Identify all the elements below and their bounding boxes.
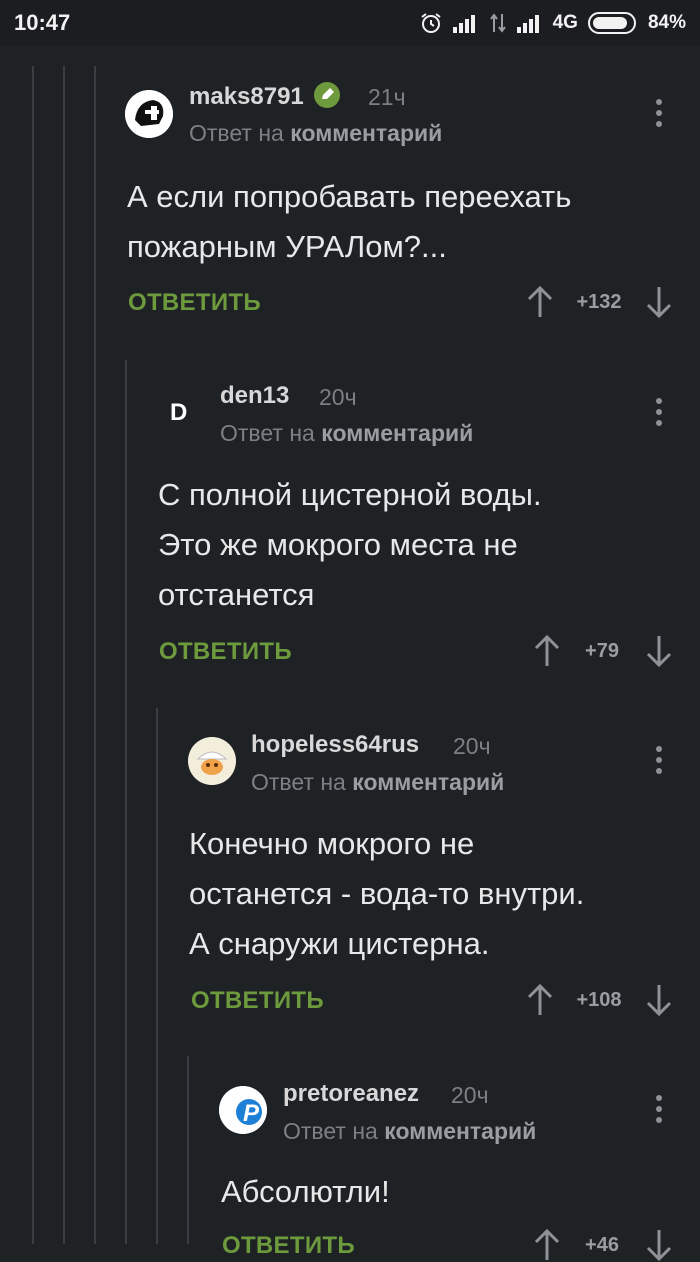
username[interactable]: maks8791: [189, 82, 340, 111]
upvote-icon[interactable]: [533, 1228, 561, 1262]
reply-target-link[interactable]: комментарий: [290, 120, 442, 146]
reply-prefix: Ответ на: [220, 420, 315, 446]
comment-text: С полной цистерной воды. Это же мокрого …: [158, 477, 542, 612]
battery-icon: [587, 12, 636, 34]
reply-button[interactable]: ОТВЕТИТЬ: [191, 987, 324, 1015]
thread-line: [94, 66, 96, 1244]
downvote-icon[interactable]: [645, 1228, 673, 1262]
comment-text: Конечно мокрого не останется - вода-то в…: [189, 826, 585, 961]
reply-prefix: Ответ на: [189, 120, 284, 146]
downvote-icon[interactable]: [645, 983, 673, 1017]
reply-button[interactable]: ОТВЕТИТЬ: [222, 1232, 355, 1260]
thread-line: [125, 360, 127, 1244]
comment-time: 20ч: [451, 1082, 489, 1108]
status-bar: 10:47 4G 84%: [0, 0, 700, 46]
username[interactable]: den13: [220, 382, 289, 410]
cartoon-face-icon: [188, 737, 236, 785]
reply-to: Ответ на комментарий: [251, 769, 504, 796]
signal-icon-2: [516, 15, 539, 33]
reply-to: Ответ на комментарий: [189, 120, 442, 147]
signal-icon: [452, 15, 475, 33]
more-options-icon[interactable]: [655, 1095, 663, 1127]
score: +132: [576, 291, 622, 313]
upvote-icon[interactable]: [526, 285, 554, 319]
comment-text: А если попробавать переехать пожарным УР…: [127, 179, 572, 264]
upvote-icon[interactable]: [533, 634, 561, 668]
upvote-icon[interactable]: [526, 983, 554, 1017]
score: +79: [585, 640, 619, 662]
thread-line: [187, 1056, 189, 1244]
more-options-icon[interactable]: [655, 398, 663, 430]
thread-line: [32, 66, 34, 1244]
comment-time: 20ч: [319, 384, 357, 410]
reply-target-link[interactable]: комментарий: [384, 1118, 536, 1144]
thread-line: [63, 66, 65, 1244]
letter-avatar-icon: P: [219, 1086, 267, 1134]
comment-time: 21ч: [368, 84, 406, 110]
skull-logo-icon: [125, 90, 173, 138]
more-options-icon[interactable]: [655, 746, 663, 778]
letter-avatar-icon: D: [170, 399, 187, 426]
avatar[interactable]: [125, 90, 173, 138]
network-type: 4G: [552, 12, 578, 33]
data-transfer-icon: [489, 13, 506, 33]
reply-target-link[interactable]: комментарий: [352, 769, 504, 795]
svg-text:P: P: [243, 1100, 260, 1127]
reply-button[interactable]: ОТВЕТИТЬ: [159, 638, 292, 666]
battery-percent: 84%: [647, 12, 686, 33]
reply-to: Ответ на комментарий: [283, 1118, 536, 1145]
reply-prefix: Ответ на: [283, 1118, 378, 1144]
status-icons: 4G 84%: [419, 10, 686, 36]
comment-text: Абсолютли!: [221, 1174, 390, 1209]
username[interactable]: hopeless64rus: [251, 731, 419, 759]
alarm-icon: [421, 13, 441, 33]
username-text[interactable]: maks8791: [189, 83, 304, 110]
score: +108: [576, 989, 622, 1011]
status-time: 10:47: [14, 10, 71, 35]
reply-target-link[interactable]: комментарий: [321, 420, 473, 446]
avatar[interactable]: P: [219, 1086, 267, 1134]
downvote-icon[interactable]: [645, 285, 673, 319]
username[interactable]: pretoreanez: [283, 1080, 419, 1108]
reply-prefix: Ответ на: [251, 769, 346, 795]
svg-text:D: D: [170, 399, 187, 426]
thread-line: [156, 708, 158, 1244]
reply-to: Ответ на комментарий: [220, 420, 473, 447]
score: +46: [585, 1234, 619, 1256]
comment-time: 20ч: [453, 733, 491, 759]
reply-button[interactable]: ОТВЕТИТЬ: [128, 289, 261, 317]
verified-badge-icon: [313, 82, 340, 108]
downvote-icon[interactable]: [645, 634, 673, 668]
more-options-icon[interactable]: [655, 99, 663, 131]
avatar[interactable]: [188, 737, 236, 785]
avatar[interactable]: D: [156, 388, 204, 436]
